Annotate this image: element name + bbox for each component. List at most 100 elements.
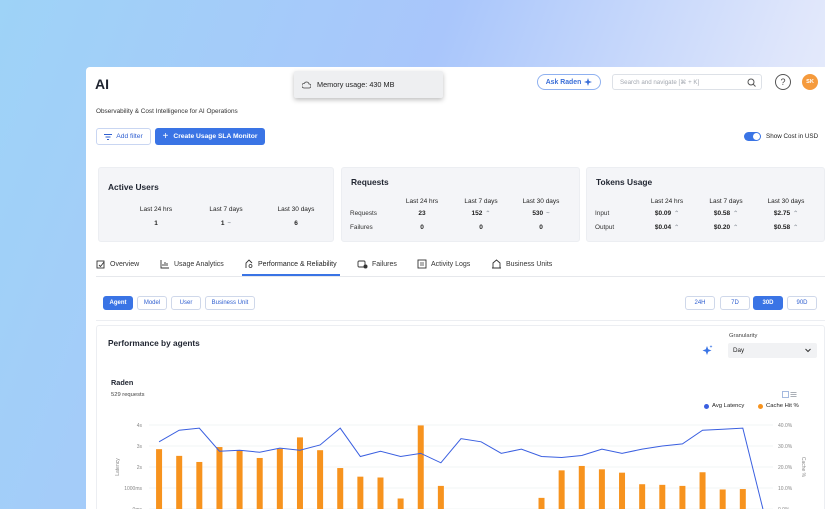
tab-label: Failures xyxy=(372,260,397,268)
range-30d[interactable]: 30D xyxy=(753,296,783,310)
range-90d[interactable]: 90D xyxy=(787,296,817,310)
granularity-label: Granularity xyxy=(729,333,758,339)
tabs-divider xyxy=(96,276,825,277)
card-title: Requests xyxy=(351,177,389,187)
right-tick-label: 10.0% xyxy=(778,486,793,492)
table-view-icon[interactable] xyxy=(790,391,797,398)
stat-value: 23 xyxy=(418,210,426,217)
chart-view-icon[interactable] xyxy=(782,391,789,398)
stat-value: $0.09 ⌃ xyxy=(654,210,680,217)
col-label: Last 30 days xyxy=(522,198,560,205)
row-label: Output xyxy=(595,224,615,231)
show-cost-toggle[interactable] xyxy=(744,132,761,141)
search-placeholder: Search and navigate [⌘ + K] xyxy=(620,78,700,86)
plus-icon: + xyxy=(162,131,169,142)
show-cost-label: Show Cost in USD xyxy=(766,133,819,140)
range-7d[interactable]: 7D xyxy=(720,296,750,310)
tab-usage-analytics[interactable]: Usage Analytics xyxy=(160,259,224,269)
cloud-icon xyxy=(302,81,311,88)
trend-icon: ⌃ xyxy=(733,211,739,217)
cache-hit-bar xyxy=(437,485,444,509)
failures-icon xyxy=(357,260,368,269)
trend-icon: ⌃ xyxy=(674,211,680,217)
ask-raden-label: Ask Raden xyxy=(545,78,582,86)
ask-raden-button[interactable]: Ask Raden xyxy=(537,74,601,90)
search-input[interactable]: Search and navigate [⌘ + K] xyxy=(612,74,762,90)
toast-text: Memory usage: 430 MB xyxy=(317,80,395,89)
tab-overview[interactable]: Overview xyxy=(96,259,139,269)
tab-label: Usage Analytics xyxy=(174,260,224,268)
col-label: Last 24 hrs xyxy=(405,198,439,205)
filter-icon xyxy=(104,133,113,140)
create-sla-label: Create Usage SLA Monitor xyxy=(173,133,258,140)
left-tick-label: 4s xyxy=(137,423,143,429)
row-label: Requests xyxy=(350,210,377,217)
performance-chart: 4s40.0%3s30.0%2s20.0%1000ms10.0%0ms0.0%L… xyxy=(115,423,806,509)
cache-hit-bar xyxy=(377,477,384,509)
add-filter-button[interactable]: Add filter xyxy=(96,128,151,145)
overview-icon xyxy=(96,260,105,269)
col-label: Last 24 hrs xyxy=(139,206,173,213)
cache-hit-bar xyxy=(598,469,605,509)
cache-hit-bar xyxy=(558,470,565,509)
left-tick-label: 3s xyxy=(137,444,143,450)
create-sla-button[interactable]: + Create Usage SLA Monitor xyxy=(155,128,265,145)
legend-avg-latency[interactable]: Avg Latency xyxy=(704,403,744,409)
cache-hit-bar xyxy=(719,489,726,509)
trend-icon: ⌃ xyxy=(733,225,739,231)
legend-swatch xyxy=(704,403,709,409)
tab-business-units[interactable]: Business Units xyxy=(491,259,552,269)
group-user[interactable]: User xyxy=(171,296,201,310)
cache-hit-bar xyxy=(337,468,344,509)
group-model[interactable]: Model xyxy=(137,296,167,310)
stat-value: 6 xyxy=(294,220,298,227)
group-business-unit[interactable]: Business Unit xyxy=(205,296,255,310)
memory-toast: Memory usage: 430 MB xyxy=(294,71,443,98)
tab-label: Business Units xyxy=(506,260,553,268)
list-icon xyxy=(417,259,427,269)
right-tick-label: 30.0% xyxy=(778,444,793,450)
trend-icon: ~ xyxy=(546,211,550,217)
sparkle-icon[interactable] xyxy=(702,345,713,356)
cache-hit-bar xyxy=(739,489,746,509)
range-24h[interactable]: 24H xyxy=(685,296,715,310)
help-button[interactable]: ? xyxy=(775,74,791,90)
app-window: AI Observability & Cost Intelligence for… xyxy=(86,67,825,509)
cache-hit-bar xyxy=(659,484,666,509)
cache-hit-bar xyxy=(236,450,243,509)
trend-icon: ⌃ xyxy=(485,211,491,217)
agent-name: Raden xyxy=(111,378,134,387)
tab-activity-logs[interactable]: Activity Logs xyxy=(417,259,470,269)
col-label: Last 24 hrs xyxy=(650,198,684,205)
granularity-value: Day xyxy=(733,347,745,354)
col-label: Last 7 days xyxy=(709,198,743,205)
cache-hit-bar xyxy=(317,450,324,509)
chart-icon xyxy=(160,260,169,269)
stat-value: 0 xyxy=(479,224,483,231)
legend-cache-hit[interactable]: Cache Hit % xyxy=(758,403,799,409)
cache-hit-bar xyxy=(176,455,183,509)
performance-panel: Performance by agents Granularity Day Ra… xyxy=(96,325,825,509)
tab-label: Activity Logs xyxy=(431,260,471,268)
trend-icon: ⌃ xyxy=(793,211,799,217)
search-icon xyxy=(747,78,756,87)
stat-value: 0 xyxy=(539,224,543,231)
avatar[interactable]: SK xyxy=(802,74,818,90)
stat-value: 1 ~ xyxy=(220,220,232,227)
trend-icon: ⌃ xyxy=(674,225,680,231)
cache-hit-bar xyxy=(276,448,283,509)
cache-hit-bar xyxy=(216,447,223,509)
cache-hit-bar xyxy=(156,449,163,509)
row-label: Input xyxy=(595,210,610,217)
granularity-select[interactable]: Day xyxy=(728,343,817,358)
tab-failures[interactable]: Failures xyxy=(357,259,397,269)
tab-performance-reliability[interactable]: Performance & Reliability xyxy=(244,259,337,269)
stat-value: $0.04 ⌃ xyxy=(654,224,680,231)
tab-label: Performance & Reliability xyxy=(258,260,337,268)
group-agent[interactable]: Agent xyxy=(103,296,133,310)
sparkle-icon xyxy=(584,78,593,86)
stat-value: 152 ⌃ xyxy=(471,210,491,217)
left-axis-label: Latency xyxy=(115,458,121,476)
trend-icon: ~ xyxy=(227,221,232,227)
performance-icon xyxy=(245,259,253,268)
